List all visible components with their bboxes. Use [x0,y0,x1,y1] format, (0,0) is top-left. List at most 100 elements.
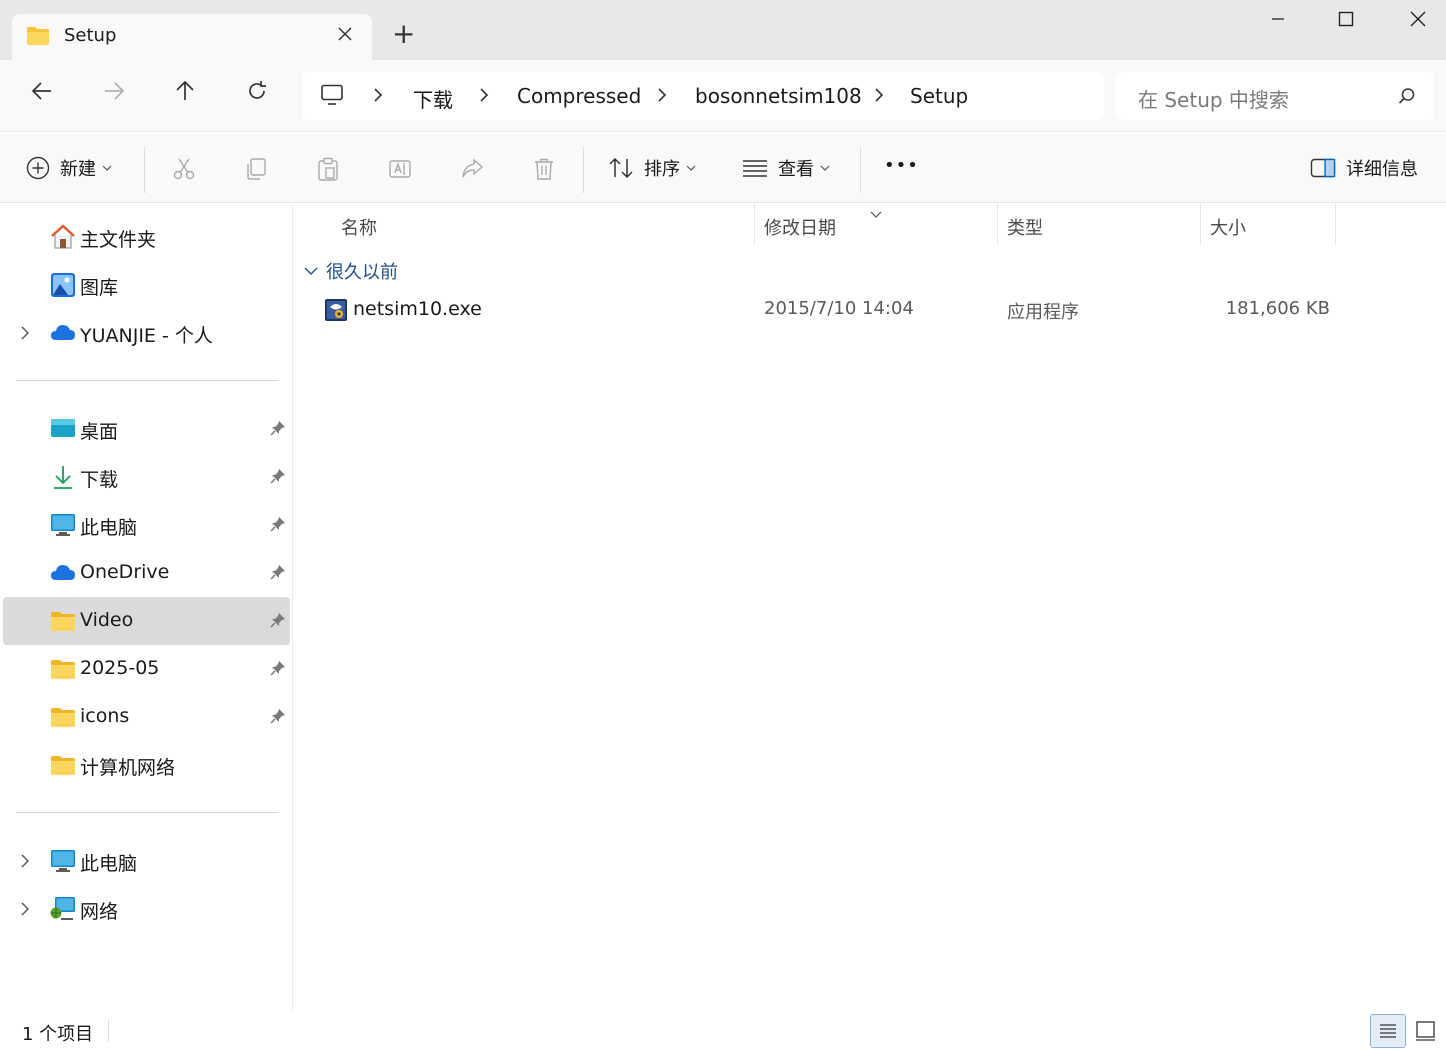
file-list: 名称 修改日期 类型 大小 很久以前 netsim10.exe 2015/7/1… [294,204,1446,1012]
pin-icon[interactable] [270,564,286,584]
chevron-right-icon[interactable] [19,900,31,922]
column-header-type[interactable]: 类型 [1007,214,1043,240]
computer-icon[interactable] [320,84,344,110]
file-type: 应用程序 [1007,302,1079,323]
sidebar-item-label: 网络 [80,901,119,923]
item-count: 1 个项目 [22,1024,94,1045]
divider [583,147,584,193]
pin-icon[interactable] [270,612,286,632]
sidebar-item-this-pc-tree[interactable]: 此电脑 [3,837,290,885]
breadcrumb-setup[interactable]: Setup [910,84,968,108]
maximize-button[interactable] [1326,8,1366,33]
sidebar-item-label: 此电脑 [80,853,138,875]
chevron-right-icon[interactable] [656,86,668,108]
sidebar-item-label: YUANJIE - 个人 [80,325,213,347]
pin-icon[interactable] [270,708,286,728]
sidebar-item-network[interactable]: 网络 [3,885,290,933]
pin-icon[interactable] [270,516,286,536]
cloud-icon [50,560,76,590]
sidebar-item-computer-network[interactable]: 计算机网络 [3,741,290,789]
up-button[interactable] [165,80,205,112]
sidebar-item-home[interactable]: 主文件夹 [3,213,290,261]
group-header[interactable]: 很久以前 [304,258,398,284]
sidebar-item-label: 主文件夹 [80,229,157,251]
details-pane-button[interactable]: 详细信息 [1310,155,1418,181]
column-header-date[interactable]: 修改日期 [764,214,836,240]
large-icons-view-button[interactable] [1408,1014,1444,1048]
paste-icon[interactable] [316,157,340,185]
sidebar-item-label: OneDrive [80,561,170,583]
copy-icon[interactable] [244,157,268,185]
column-divider[interactable] [1335,204,1336,244]
chevron-right-icon[interactable] [478,86,490,108]
column-divider[interactable] [997,204,998,244]
column-divider[interactable] [754,204,755,244]
sidebar-item-label: 2025-05 [80,657,160,679]
back-button[interactable] [22,80,62,112]
new-button[interactable]: 新建 [26,155,112,181]
sidebar-divider [16,812,278,813]
chevron-right-icon[interactable] [372,86,384,108]
rename-icon[interactable] [388,157,412,185]
sort-button[interactable]: 排序 [608,155,696,181]
home-icon [50,224,76,254]
breadcrumb-compressed[interactable]: Compressed [517,84,641,108]
chevron-right-icon[interactable] [873,86,885,108]
pin-icon[interactable] [270,660,286,680]
details-view-icon [1380,1024,1396,1038]
sidebar-item-onedrive[interactable]: OneDrive [3,549,290,597]
delete-icon[interactable] [532,157,556,185]
folder-icon [26,26,50,50]
pin-icon[interactable] [270,468,286,488]
sidebar-item-label: Video [80,609,134,631]
sidebar-item-onedrive-personal[interactable]: YUANJIE - 个人 [3,309,290,357]
column-divider[interactable] [1200,204,1201,244]
file-name[interactable]: netsim10.exe [353,298,482,320]
sidebar-item-icons[interactable]: icons [3,693,290,741]
column-header-size[interactable]: 大小 [1210,214,1246,240]
details-pane-icon [1310,158,1336,178]
download-icon [50,464,76,494]
sidebar-item-downloads[interactable]: 下载 [3,453,290,501]
new-tab-button[interactable]: + [392,20,415,48]
minimize-button[interactable] [1258,8,1298,33]
tab-title: Setup [64,25,117,46]
computer-icon [50,848,76,878]
sidebar-item-label: icons [80,705,130,727]
folder-icon [50,704,76,734]
divider [108,1020,109,1042]
close-button[interactable] [1398,8,1438,33]
sidebar-item-this-pc[interactable]: 此电脑 [3,501,290,549]
navigation-pane: 主文件夹 图库 YUANJIE - 个人 桌面 下载 此电脑 OneDrive … [0,204,293,1012]
sidebar-item-desktop[interactable]: 桌面 [3,405,290,453]
column-header-name[interactable]: 名称 [341,214,377,240]
details-view-button[interactable] [1370,1014,1406,1048]
search-icon[interactable] [1398,87,1416,109]
pin-icon[interactable] [270,420,286,440]
sidebar-item-2025-05[interactable]: 2025-05 [3,645,290,693]
sidebar-item-gallery[interactable]: 图库 [3,261,290,309]
refresh-button[interactable] [237,80,277,112]
tab-close-icon[interactable] [338,22,352,47]
chevron-right-icon[interactable] [19,852,31,874]
search-input[interactable]: 在 Setup 中搜索 [1116,72,1434,120]
view-button[interactable]: 查看 [742,155,830,181]
breadcrumb-bosonnetsim108[interactable]: bosonnetsim108 [695,84,862,108]
sidebar-item-label: 此电脑 [80,517,138,539]
add-icon [26,156,50,180]
table-row[interactable]: netsim10.exe 2015/7/10 14:04 应用程序 181,60… [312,290,1336,330]
divider [144,147,145,193]
sidebar-divider [16,380,278,381]
cut-icon[interactable] [172,157,196,185]
address-bar[interactable]: 下载 Compressed bosonnetsim108 Setup [302,72,1104,120]
sidebar-item-label: 计算机网络 [80,757,176,779]
tab-setup[interactable]: Setup [12,14,372,60]
breadcrumb-downloads[interactable]: 下载 [413,84,453,113]
share-icon[interactable] [460,157,484,185]
sort-label: 排序 [644,159,680,180]
forward-button[interactable] [94,80,134,112]
sidebar-item-video[interactable]: Video [3,597,290,645]
more-options-button[interactable]: ••• [884,155,919,176]
file-date: 2015/7/10 14:04 [764,298,914,319]
chevron-right-icon[interactable] [19,324,31,346]
